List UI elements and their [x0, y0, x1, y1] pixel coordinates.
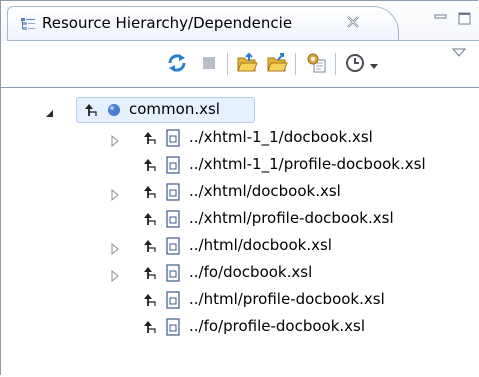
toolbar-separator: [227, 53, 228, 75]
dependency-arrow-icon: [144, 184, 158, 200]
tree-item-label: ../html/profile-docbook.xsl: [189, 290, 385, 308]
expand-twisty-icon[interactable]: [109, 187, 121, 202]
tree-item-label: ../xhtml/profile-docbook.xsl: [189, 209, 394, 227]
file-icon: [166, 156, 180, 174]
tree-item[interactable]: ../xhtml/docbook.xsl: [1, 178, 479, 206]
open-folder-icon: [237, 52, 258, 72]
view-title: Resource Hierarchy/Dependencie: [42, 14, 293, 32]
stop-button[interactable]: [197, 51, 221, 75]
tree-item[interactable]: ../xhtml/profile-docbook.xsl: [1, 205, 479, 233]
dependency-arrow-icon: [144, 319, 158, 335]
stop-icon: [203, 57, 215, 69]
tree-item[interactable]: ../html/profile-docbook.xsl: [1, 286, 479, 314]
file-icon: [166, 291, 180, 309]
tree-item-label: ../xhtml-1_1/docbook.xsl: [189, 128, 373, 146]
resource-hierarchy-view: Resource Hierarchy/Dependencie common.xs…: [0, 0, 479, 377]
dependency-arrow-icon: [144, 238, 158, 254]
minimize-icon[interactable]: [433, 11, 449, 27]
collapse-twisty-icon[interactable]: [43, 105, 55, 117]
view-menu-button[interactable]: [451, 45, 467, 69]
tree-item-label: ../fo/docbook.xsl: [189, 263, 313, 281]
file-icon: [166, 264, 180, 282]
file-icon: [166, 318, 180, 336]
tree-root-label: common.xsl: [129, 100, 220, 118]
tree-item[interactable]: ../fo/docbook.xsl: [1, 259, 479, 287]
dependency-arrow-icon: [144, 157, 158, 173]
dependency-arrow-icon: [85, 102, 99, 118]
view-menu-icon: [451, 48, 467, 57]
expand-twisty-icon[interactable]: [109, 241, 121, 256]
tree-item[interactable]: ../xhtml-1_1/docbook.xsl: [1, 124, 479, 152]
view-tab[interactable]: Resource Hierarchy/Dependencie: [7, 6, 399, 41]
dependency-tree: common.xsl ../xhtml-1_1/docbook.xsl ../x…: [1, 87, 479, 377]
chevron-down-icon[interactable]: [367, 51, 381, 75]
toolbar-separator: [335, 53, 336, 75]
tree-item-label: ../fo/profile-docbook.xsl: [189, 317, 366, 335]
xsl-root-icon: [107, 103, 121, 117]
maximize-icon[interactable]: [457, 11, 473, 27]
toolbar-separator: [295, 53, 296, 75]
tree-item-label: ../html/docbook.xsl: [189, 236, 332, 254]
hierarchy-view-icon: [20, 16, 36, 32]
view-tab-strip: Resource Hierarchy/Dependencie: [1, 1, 479, 41]
clock-icon: [346, 54, 364, 72]
tree-item[interactable]: ../html/docbook.xsl: [1, 232, 479, 260]
refresh-button[interactable]: [165, 51, 189, 75]
expand-twisty-icon[interactable]: [109, 133, 121, 148]
file-icon: [166, 210, 180, 228]
tree-item[interactable]: ../xhtml-1_1/profile-docbook.xsl: [1, 151, 479, 179]
close-icon[interactable]: [344, 13, 362, 31]
configure-button[interactable]: [305, 51, 329, 75]
open-folder-arrow-icon: [267, 53, 288, 72]
expand-twisty-icon[interactable]: [109, 268, 121, 283]
file-icon: [166, 237, 180, 255]
show-dependencies-button[interactable]: [265, 51, 289, 75]
tree-item[interactable]: ../fo/profile-docbook.xsl: [1, 313, 479, 341]
show-hierarchy-button[interactable]: [235, 51, 259, 75]
tree-item-label: ../xhtml/docbook.xsl: [189, 182, 341, 200]
refresh-icon: [168, 54, 186, 72]
dependency-arrow-icon: [144, 130, 158, 146]
dependency-arrow-icon: [144, 292, 158, 308]
view-toolbar: [1, 41, 479, 85]
tree-item-label: ../xhtml-1_1/profile-docbook.xsl: [189, 155, 426, 173]
history-menu-button[interactable]: [343, 51, 367, 75]
file-icon: [166, 183, 180, 201]
tree-root-row[interactable]: common.xsl: [1, 96, 479, 124]
gear-document-icon: [307, 53, 326, 73]
dependency-arrow-icon: [144, 265, 158, 281]
file-icon: [166, 129, 180, 147]
dependency-arrow-icon: [144, 211, 158, 227]
